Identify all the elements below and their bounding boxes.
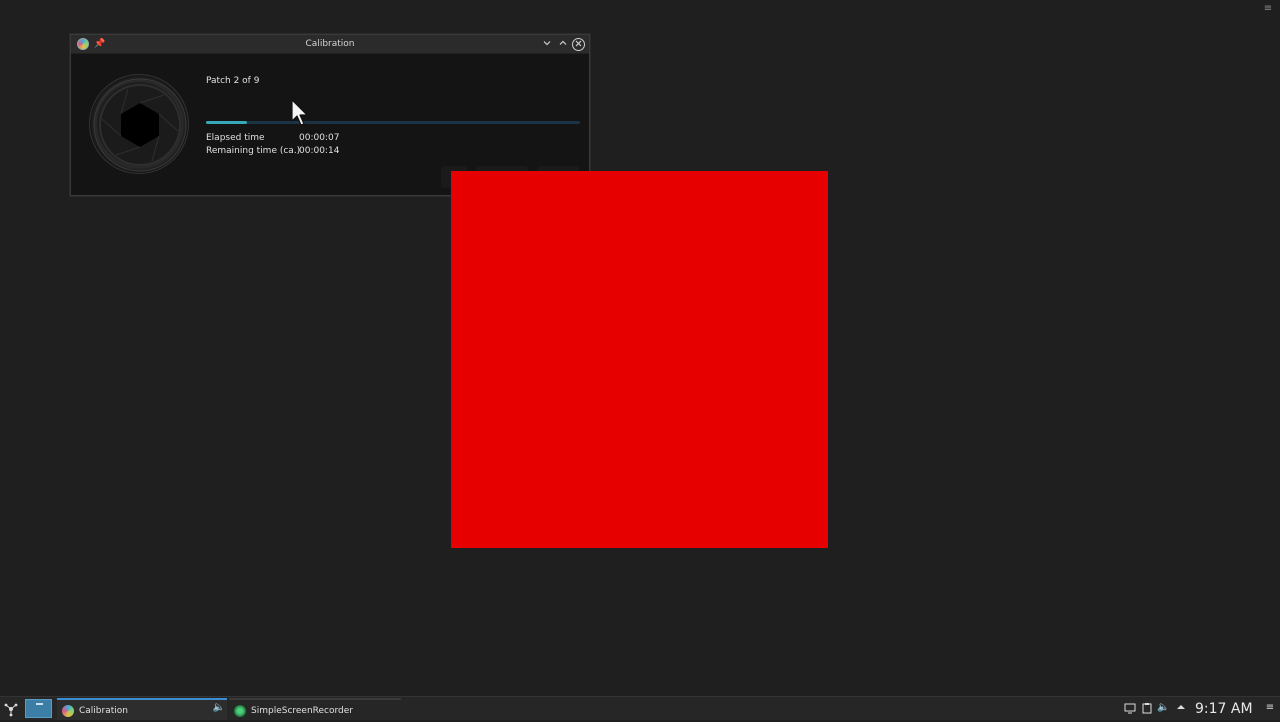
mouse-cursor-icon <box>291 99 308 126</box>
task-calibration[interactable]: Calibration <box>57 698 227 720</box>
calibration-color-patch <box>451 171 828 548</box>
clock[interactable]: 9:17 AM <box>1195 697 1253 721</box>
desktop: ≡ 📌 Calibration Patch 2 of 9 Elapsed tim… <box>0 0 1280 696</box>
virtual-desktop-pager[interactable] <box>25 699 52 718</box>
taskbar: Calibration 🔈 SimpleScreenRecorder 🔈 9:1… <box>0 696 1280 720</box>
simplescreenrecorder-icon <box>234 705 246 717</box>
chevron-down-icon <box>543 41 550 46</box>
chevron-up-icon[interactable] <box>1175 702 1187 714</box>
elapsed-time-label: Elapsed time <box>206 133 265 143</box>
displaycal-icon <box>62 705 74 717</box>
camera-aperture-icon <box>89 74 189 174</box>
chevron-up-icon <box>559 40 566 45</box>
progress-fill <box>206 121 248 124</box>
close-button[interactable] <box>572 38 585 51</box>
task-label: SimpleScreenRecorder <box>251 706 354 716</box>
window-title: Calibration <box>305 39 355 49</box>
remaining-time-label: Remaining time (ca.) <box>206 146 301 156</box>
volume-icon[interactable]: 🔈 <box>1157 702 1169 714</box>
patch-counter: Patch 2 of 9 <box>206 76 260 86</box>
panel-menu-icon[interactable]: ≡ <box>1264 702 1276 714</box>
minimize-button[interactable] <box>540 38 553 51</box>
speaker-icon[interactable]: 🔈 <box>212 701 226 715</box>
remaining-time-value: 00:00:14 <box>299 146 340 156</box>
progress-bar <box>206 121 580 124</box>
close-icon <box>575 40 582 47</box>
clipboard-icon[interactable] <box>1141 702 1153 714</box>
task-label: Calibration <box>79 706 128 716</box>
desktop-menu-icon[interactable]: ≡ <box>1262 4 1274 14</box>
maximize-button[interactable] <box>556 38 569 51</box>
display-icon[interactable] <box>1124 702 1136 714</box>
task-simplescreenrecorder[interactable]: SimpleScreenRecorder <box>229 698 401 720</box>
elapsed-time-value: 00:00:07 <box>299 133 340 143</box>
plasma-launcher-icon[interactable] <box>3 701 19 717</box>
window-titlebar[interactable]: 📌 Calibration <box>71 35 589 54</box>
